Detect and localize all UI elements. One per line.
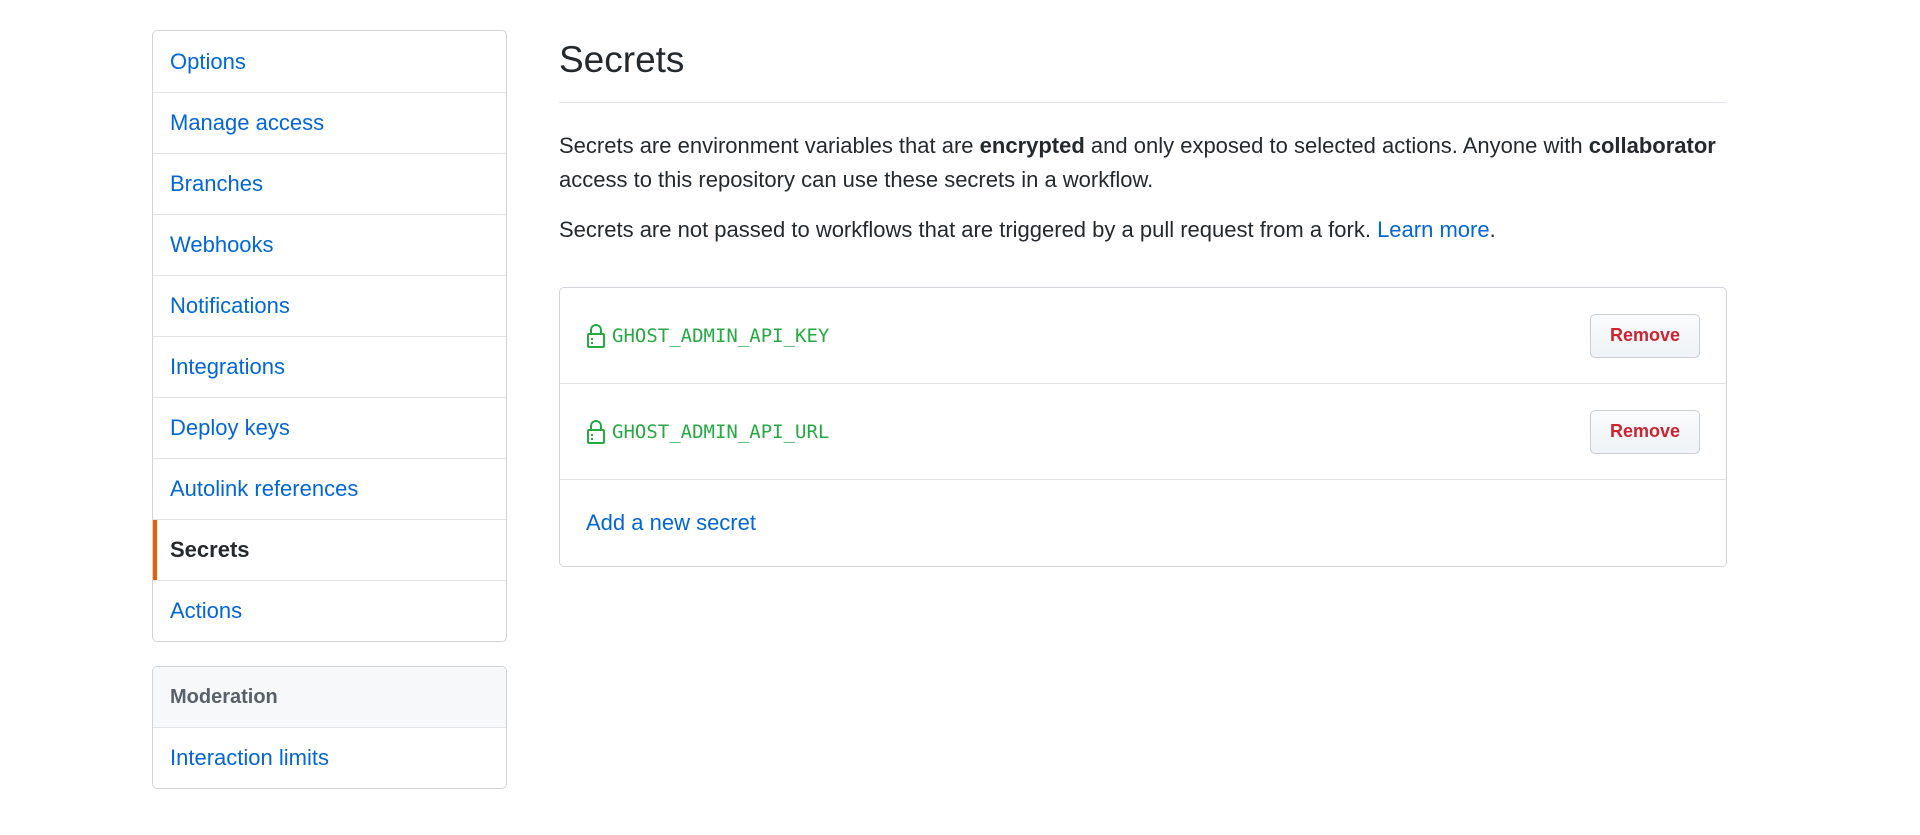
page-title: Secrets xyxy=(559,36,1727,103)
sidebar-item-notifications[interactable]: Notifications xyxy=(153,275,506,336)
fork-notice: Secrets are not passed to workflows that… xyxy=(559,213,1727,247)
add-new-secret-link[interactable]: Add a new secret xyxy=(586,510,756,536)
sidebar-item-actions[interactable]: Actions xyxy=(153,580,506,641)
moderation-heading: Moderation xyxy=(153,667,506,727)
description-text-3: access to this repository can use these … xyxy=(559,167,1154,192)
lock-icon xyxy=(587,419,605,444)
fork-notice-text: Secrets are not passed to workflows that… xyxy=(559,217,1378,242)
secret-name: GHOST_ADMIN_API_KEY xyxy=(586,323,829,349)
description-text-1: Secrets are environment variables that a… xyxy=(559,133,980,158)
secret-name-text: GHOST_ADMIN_API_KEY xyxy=(612,324,830,347)
secrets-list: GHOST_ADMIN_API_KEY Remove GHOST_ADMIN_A… xyxy=(559,287,1727,567)
description-bold-collaborator: collaborator xyxy=(1588,133,1716,158)
sidebar-item-interaction-limits[interactable]: Interaction limits xyxy=(153,727,506,788)
secret-row: GHOST_ADMIN_API_KEY Remove xyxy=(560,288,1726,384)
add-secret-row: Add a new secret xyxy=(560,480,1726,566)
sidebar-item-autolink-references[interactable]: Autolink references xyxy=(153,458,506,519)
sidebar-item-branches[interactable]: Branches xyxy=(153,153,506,214)
remove-secret-button[interactable]: Remove xyxy=(1590,313,1700,358)
description-bold-encrypted: encrypted xyxy=(979,133,1085,158)
settings-page: Options Manage access Branches Webhooks … xyxy=(0,0,1920,835)
description-text-2: and only exposed to selected actions. An… xyxy=(1084,133,1589,158)
settings-sidebar: Options Manage access Branches Webhooks … xyxy=(152,30,507,789)
sidebar-item-options[interactable]: Options xyxy=(153,31,506,92)
sidebar-item-webhooks[interactable]: Webhooks xyxy=(153,214,506,275)
sidebar-item-manage-access[interactable]: Manage access xyxy=(153,92,506,153)
learn-more-link[interactable]: Learn more xyxy=(1377,217,1490,242)
moderation-menu: Moderation Interaction limits xyxy=(152,666,507,789)
sidebar-item-secrets[interactable]: Secrets xyxy=(153,519,506,580)
remove-secret-button[interactable]: Remove xyxy=(1590,409,1700,454)
secret-name: GHOST_ADMIN_API_URL xyxy=(586,419,829,445)
secrets-description: Secrets are environment variables that a… xyxy=(559,129,1727,197)
sidebar-item-deploy-keys[interactable]: Deploy keys xyxy=(153,397,506,458)
settings-menu: Options Manage access Branches Webhooks … xyxy=(152,30,507,642)
lock-icon xyxy=(587,323,605,348)
sidebar-item-integrations[interactable]: Integrations xyxy=(153,336,506,397)
fork-notice-end: . xyxy=(1489,217,1496,242)
secrets-main: Secrets Secrets are environment variable… xyxy=(559,30,1727,567)
secret-row: GHOST_ADMIN_API_URL Remove xyxy=(560,384,1726,480)
secret-name-text: GHOST_ADMIN_API_URL xyxy=(612,420,830,443)
